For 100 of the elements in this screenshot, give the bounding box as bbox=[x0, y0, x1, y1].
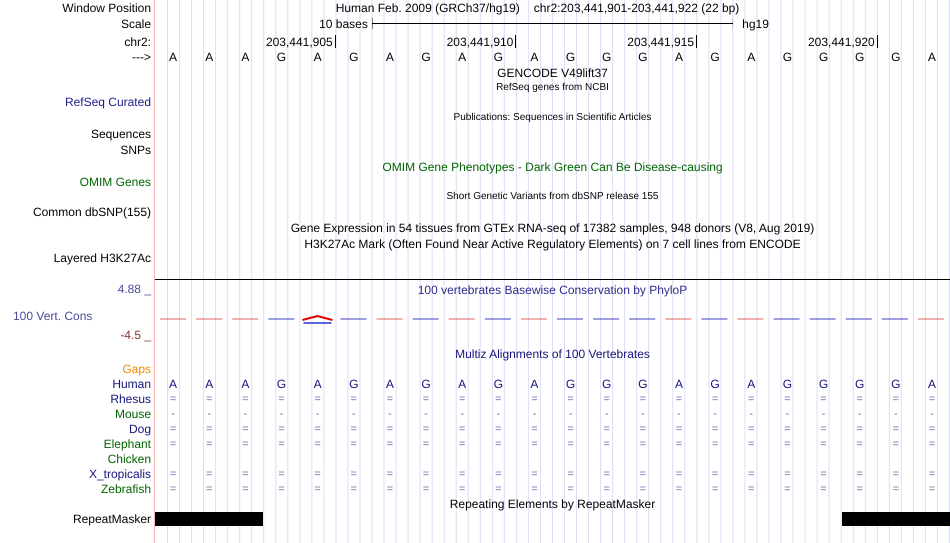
scale-length: 10 bases bbox=[319, 16, 368, 30]
alignment-mark: = bbox=[748, 393, 754, 405]
base-letter: A bbox=[747, 376, 756, 390]
axis-min-label: -4.5 _ bbox=[120, 328, 151, 342]
base-letter: A bbox=[458, 50, 466, 64]
base-letter: G bbox=[818, 50, 828, 64]
alignment-mark: - bbox=[532, 408, 536, 420]
alignment-mark: = bbox=[422, 438, 430, 450]
alignment-mark: = bbox=[603, 423, 610, 435]
track-title: 100 vertebrates Basewise Conservation by PhyloP bbox=[418, 284, 688, 298]
species-label: Dog bbox=[128, 422, 151, 434]
alignment-mark: = bbox=[278, 468, 285, 480]
track-label[interactable]: Common dbSNP(155) bbox=[32, 206, 151, 218]
base-letter: A bbox=[747, 50, 756, 64]
alignment-mark: - bbox=[604, 408, 609, 420]
alignment-mark: = bbox=[567, 423, 574, 435]
alignment-mark: = bbox=[242, 468, 249, 480]
alignment-mark: = bbox=[712, 423, 718, 435]
alignment-mark: = bbox=[458, 423, 466, 435]
track-label: Window Position bbox=[62, 2, 151, 14]
alignment-mark: = bbox=[892, 423, 899, 435]
alignment-mark: - bbox=[244, 408, 248, 420]
track-label[interactable]: Layered H3K27Ac bbox=[54, 252, 151, 264]
alignment-mark: = bbox=[892, 483, 899, 495]
alignment-mark: = bbox=[422, 468, 430, 480]
alignment-mark: = bbox=[856, 423, 863, 435]
alignment-mark: = bbox=[278, 393, 285, 405]
ruler-label: 203,441,910 bbox=[446, 36, 514, 48]
base-letter: G bbox=[854, 376, 864, 390]
alignment-mark: = bbox=[856, 468, 863, 480]
alignment-mark: = bbox=[242, 393, 249, 405]
alignment-mark: = bbox=[856, 483, 863, 495]
alignment-mark: - bbox=[894, 408, 898, 420]
alignment-mark: = bbox=[892, 438, 899, 450]
species-label: Rhesus bbox=[110, 392, 151, 404]
alignment-mark: = bbox=[386, 393, 394, 405]
alignment-mark: - bbox=[388, 408, 392, 420]
alignment-mark: = bbox=[928, 438, 936, 450]
axis-max-label: 4.88 _ bbox=[118, 282, 151, 296]
alignment-mark: = bbox=[422, 423, 430, 435]
track-label[interactable]: 100 Vert. Cons bbox=[13, 310, 92, 322]
base-letter: G bbox=[602, 50, 612, 64]
alignment-mark: = bbox=[640, 483, 646, 495]
base-letter: G bbox=[891, 376, 900, 390]
base-letter: A bbox=[169, 376, 178, 390]
track-label[interactable]: OMIM Genes bbox=[80, 176, 151, 188]
alignment-mark: = bbox=[422, 483, 430, 495]
track-label: chr2: bbox=[124, 34, 151, 48]
track-label[interactable]: RefSeq Curated bbox=[64, 96, 151, 108]
track-label[interactable]: RepeatMasker bbox=[72, 512, 151, 524]
alignment-mark: = bbox=[784, 423, 791, 435]
alignment-mark: = bbox=[495, 423, 502, 435]
species-label: Human bbox=[112, 378, 151, 390]
alignment-mark: = bbox=[314, 483, 321, 495]
alignment-mark: = bbox=[712, 483, 718, 495]
alignment-mark: = bbox=[386, 438, 394, 450]
base-letter: A bbox=[314, 50, 322, 64]
alignment-mark: - bbox=[280, 408, 284, 420]
base-letter: G bbox=[818, 376, 828, 390]
alignment-mark: = bbox=[784, 393, 791, 405]
base-letter: G bbox=[710, 50, 720, 64]
alignment-mark: = bbox=[603, 468, 610, 480]
alignment-mark: - bbox=[641, 408, 645, 420]
alignment-mark: = bbox=[170, 483, 176, 495]
alignment-mark: = bbox=[712, 393, 718, 405]
alignment-mark: = bbox=[531, 393, 538, 405]
tick-mark bbox=[876, 35, 878, 48]
base-letter: G bbox=[638, 376, 648, 390]
base-letter: G bbox=[854, 50, 864, 64]
alignment-mark: = bbox=[928, 423, 936, 435]
alignment-mark: = bbox=[206, 393, 212, 405]
alignment-mark: = bbox=[820, 438, 827, 450]
alignment-mark: - bbox=[822, 408, 826, 420]
alignment-mark: = bbox=[748, 468, 754, 480]
base-letter: A bbox=[928, 50, 936, 64]
base-letter: G bbox=[349, 376, 358, 390]
alignment-mark: = bbox=[458, 393, 466, 405]
track-label[interactable]: Sequences bbox=[90, 128, 151, 140]
base-letter: A bbox=[241, 50, 250, 64]
base-letter: A bbox=[241, 376, 250, 390]
alignment-mark: = bbox=[350, 438, 357, 450]
base-letter: A bbox=[386, 376, 394, 390]
alignment-mark: - bbox=[786, 408, 790, 420]
alignment-mark: = bbox=[567, 468, 574, 480]
tick-mark bbox=[515, 35, 516, 48]
alignment-mark: = bbox=[820, 423, 827, 435]
base-letter: G bbox=[710, 376, 720, 390]
species-label: X_tropicalis bbox=[88, 468, 151, 480]
alignment-mark: = bbox=[495, 483, 502, 495]
species-label: Zebrafish bbox=[100, 482, 151, 494]
alignment-mark: - bbox=[171, 408, 175, 420]
alignment-mark: = bbox=[314, 423, 321, 435]
alignment-mark: = bbox=[820, 483, 827, 495]
alignment-mark: - bbox=[749, 408, 754, 420]
alignment-mark: = bbox=[567, 483, 574, 495]
alignment-mark: = bbox=[784, 483, 791, 495]
track-label[interactable]: SNPs bbox=[120, 144, 151, 156]
alignment-mark: = bbox=[712, 438, 718, 450]
alignment-mark: = bbox=[170, 438, 176, 450]
base-letter: G bbox=[602, 376, 612, 390]
